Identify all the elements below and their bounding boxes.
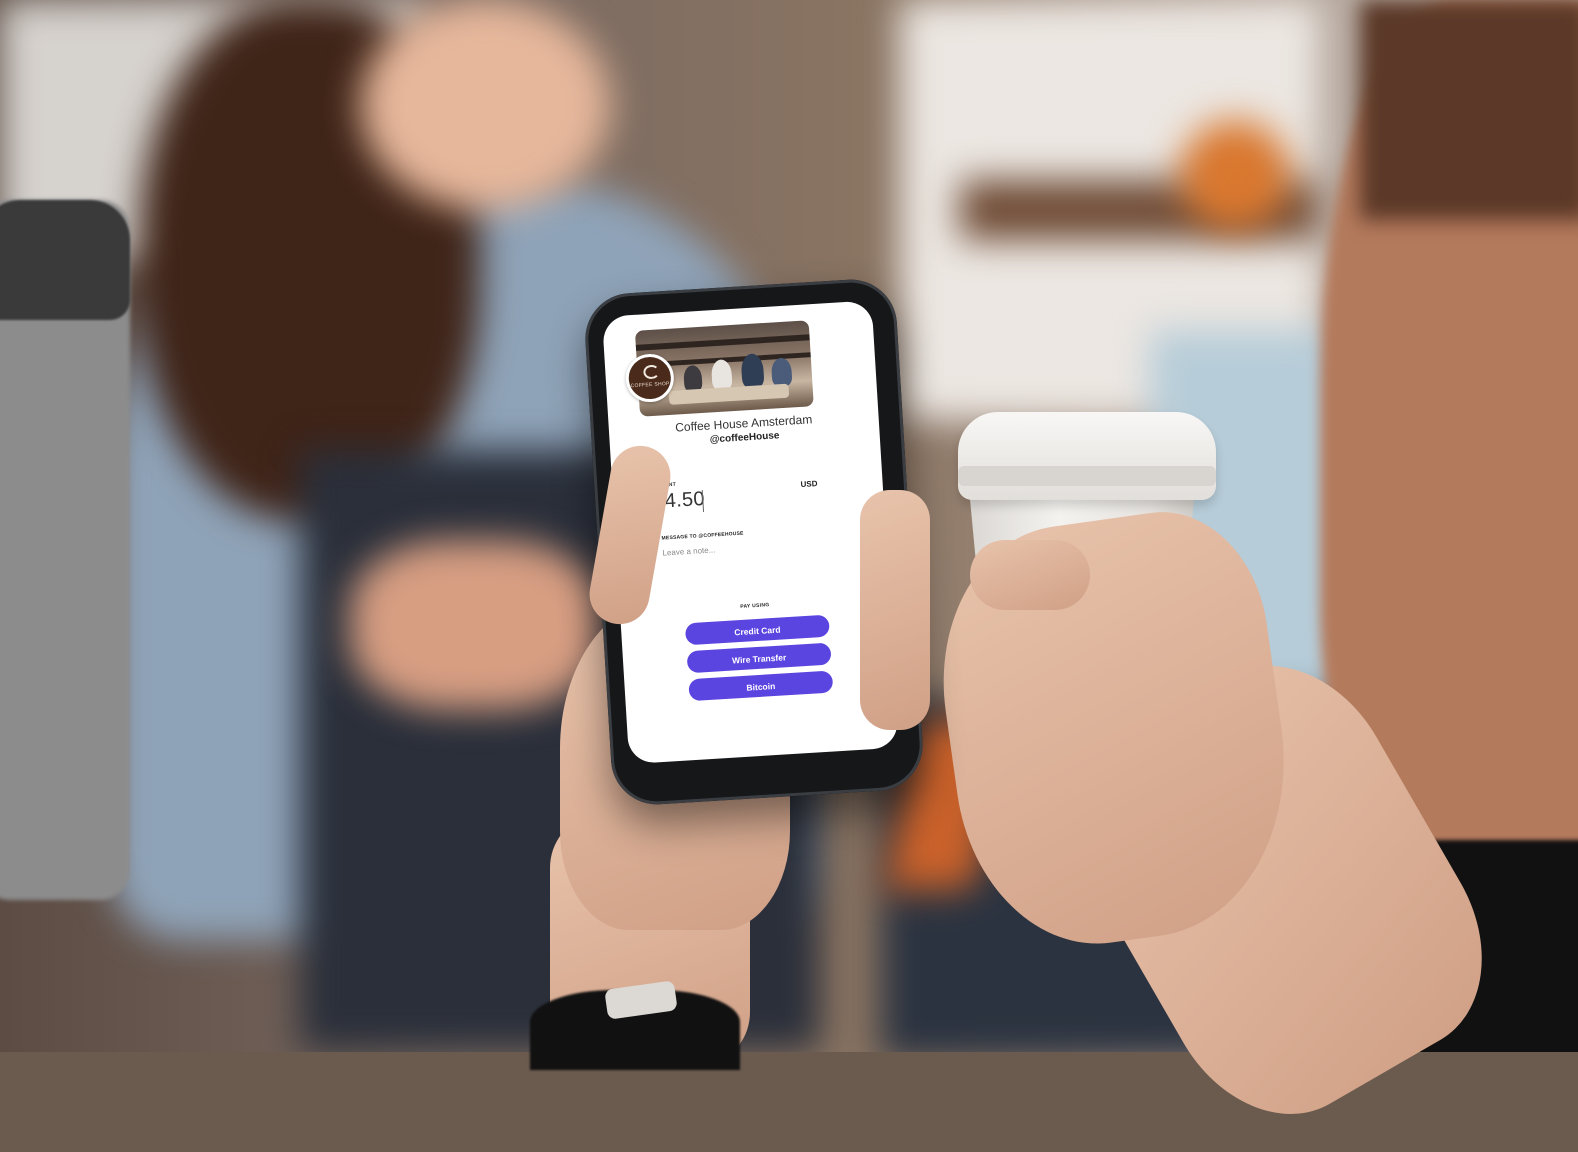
credit-card-button[interactable]: Credit Card	[684, 614, 830, 646]
wire-transfer-button[interactable]: Wire Transfer	[686, 642, 832, 674]
coffee-cup-lid	[958, 412, 1216, 500]
barista-hands	[350, 540, 600, 710]
cover-person	[683, 364, 703, 392]
background-fruit	[1180, 120, 1290, 230]
barista-face	[360, 0, 610, 210]
coffee-cup-lid-rim	[958, 466, 1216, 486]
merchant-logo-text: COFFEE SHOP	[630, 380, 670, 390]
pay-using-label: PAY USING	[740, 602, 770, 610]
customer-left-fingers	[860, 490, 930, 730]
cover-shelf	[635, 334, 810, 351]
customer-hair	[1360, 0, 1578, 220]
coffee-grinder-lid	[0, 200, 130, 320]
customer-right-fingers	[970, 540, 1090, 610]
bitcoin-button[interactable]: Bitcoin	[688, 670, 834, 702]
cover-person	[710, 359, 733, 391]
message-label: MESSAGE TO @COFFEEHOUSE	[661, 530, 744, 542]
cover-person	[770, 357, 793, 387]
currency-label: USD	[800, 479, 818, 490]
